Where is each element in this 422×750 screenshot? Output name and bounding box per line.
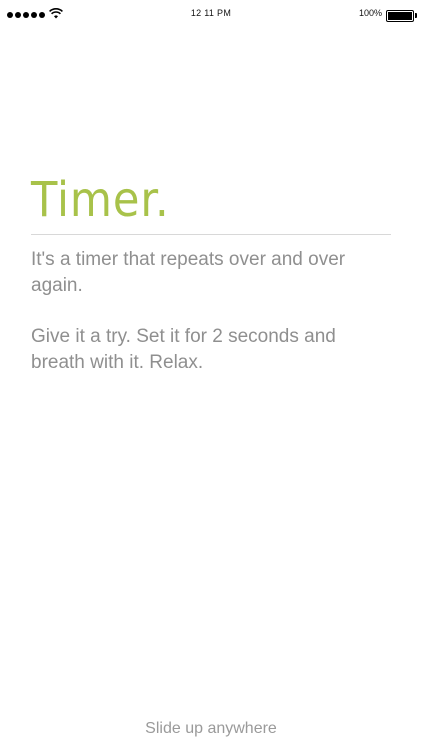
- battery-tip: [415, 13, 417, 18]
- slide-up-hint[interactable]: Slide up anywhere: [0, 720, 422, 738]
- battery-percent: 100%: [358, 8, 382, 18]
- page-title: Timer.: [31, 172, 170, 228]
- battery-fill: [388, 12, 412, 20]
- title-divider: [31, 234, 391, 235]
- intro-paragraph: It's a timer that repeats over and over …: [31, 249, 346, 296]
- battery-icon: [386, 10, 414, 22]
- status-bar: 12 11 PM 100%: [0, 0, 422, 28]
- instruction-paragraph: Give it a try. Set it for 2 seconds and …: [31, 326, 336, 373]
